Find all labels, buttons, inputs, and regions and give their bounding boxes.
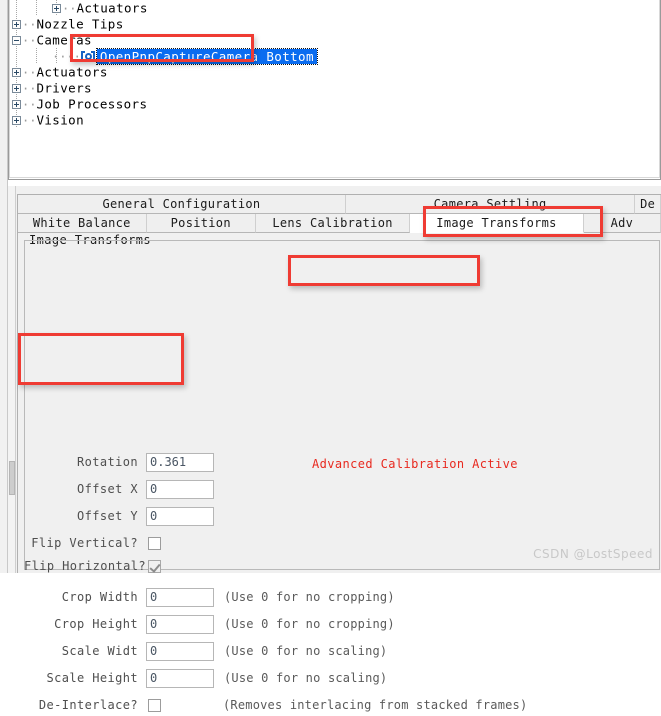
tab-image-transforms[interactable]: Image Transforms: [410, 214, 584, 233]
camera-icon: [80, 50, 95, 63]
tab-row-secondary[interactable]: White Balance Position Lens Calibration Ima…: [18, 214, 661, 233]
tree-item-label: Nozzle Tips: [36, 16, 124, 32]
tree-item-job-processors[interactable]: ··Job Processors: [12, 96, 652, 112]
tree-left-rail: [0, 0, 8, 186]
bottom-left-rail: [0, 186, 8, 573]
row-crop-height: Crop Height 0 (Use 0 for no cropping): [24, 613, 395, 635]
tree-guide-line: [16, 48, 17, 64]
tree-guide-line: [56, 48, 57, 64]
vertical-scrollbar-thumb[interactable]: [9, 461, 15, 495]
hint-de-interlace: (Removes interlacing from stacked frames…: [223, 698, 528, 712]
tree-item-label-selected: OpenPnpCaptureCamera Bottom: [95, 48, 318, 65]
tab-white-balance[interactable]: White Balance: [18, 214, 147, 233]
hint-scale-width: (Use 0 for no scaling): [224, 644, 388, 658]
hint-crop-width: (Use 0 for no cropping): [224, 590, 395, 604]
tree-connector: ··: [22, 33, 37, 48]
tree-item-label: Drivers: [36, 80, 92, 96]
tree-item-actuators[interactable]: ··Actuators: [12, 0, 652, 16]
tab-label: Position: [170, 216, 231, 230]
tree-item-label: Job Processors: [36, 96, 148, 112]
expand-icon[interactable]: [12, 100, 21, 109]
input-crop-width[interactable]: 0: [146, 587, 214, 607]
label-offset-x: Offset X: [77, 482, 138, 496]
input-crop-height[interactable]: 0: [146, 614, 214, 634]
tab-general-configuration[interactable]: General Configuration: [18, 195, 346, 214]
tab-row-primary[interactable]: General Configuration Camera Settling De: [18, 195, 661, 214]
input-scale-height[interactable]: 0: [146, 668, 214, 688]
device-tree[interactable]: ··Actuators ··Nozzle Tips ··Cameras ···· Ope…: [12, 0, 652, 128]
label-de-interlace: De-Interlace?: [38, 698, 138, 712]
tree-connector: ··: [62, 1, 77, 16]
label-offset-y: Offset Y: [77, 509, 138, 523]
input-offset-x[interactable]: 0: [146, 479, 214, 499]
tab-position[interactable]: Position: [146, 214, 256, 233]
row-scale-width: Scale Widt 0 (Use 0 for no scaling): [24, 640, 387, 662]
status-advanced-calibration-active: Advanced Calibration Active: [312, 457, 518, 471]
tree-item-label: Vision: [36, 112, 85, 128]
tab-label: Camera Settling: [433, 197, 547, 211]
tree-connector: ··: [22, 97, 37, 112]
tab-adv[interactable]: Adv: [583, 214, 661, 233]
label-flip-horizontal: Flip Horizontal?: [24, 559, 146, 573]
tree-connector: ··: [22, 65, 37, 80]
tree-item-vision[interactable]: ··Vision: [12, 112, 652, 128]
tree-guide-line: [36, 48, 37, 64]
expand-icon[interactable]: [12, 116, 21, 125]
row-crop-width: Crop Width 0 (Use 0 for no cropping): [24, 586, 395, 608]
input-rotation[interactable]: 0.361: [146, 452, 214, 472]
tree-item-nozzle-tips[interactable]: ··Nozzle Tips: [12, 16, 652, 32]
hint-crop-height: (Use 0 for no cropping): [224, 617, 395, 631]
tab-lens-calibration[interactable]: Lens Calibration: [255, 214, 411, 233]
tab-label: Lens Calibration: [272, 216, 393, 230]
camera-settings-panel: General Configuration Camera Settling De W…: [0, 186, 661, 712]
hint-scale-height: (Use 0 for no scaling): [224, 671, 388, 685]
tab-label: White Balance: [32, 216, 131, 230]
vertical-scrollbar-track[interactable]: [8, 186, 16, 573]
label-scale-height: Scale Height: [46, 671, 138, 685]
row-offset-y: Offset Y 0: [24, 505, 214, 527]
tree-connector: ··: [22, 113, 37, 128]
checkbox-de-interlace[interactable]: [148, 698, 161, 712]
watermark: CSDN @LostSpeed: [533, 547, 653, 561]
tree-connector: ··: [22, 81, 37, 96]
label-rotation: Rotation: [77, 455, 138, 469]
device-tree-panel: ··Actuators ··Nozzle Tips ··Cameras ···· Ope…: [0, 0, 661, 186]
tree-item-actuators[interactable]: ··Actuators: [12, 64, 652, 80]
collapse-icon[interactable]: [12, 36, 21, 45]
row-de-interlace: De-Interlace? (Removes interlacing from …: [24, 694, 527, 716]
tab-camera-settling[interactable]: Camera Settling: [345, 195, 636, 214]
label-scale-width: Scale Widt: [61, 644, 138, 658]
tree-guide-line: [16, 0, 17, 16]
tab-label: Adv: [610, 216, 634, 230]
tree-item-drivers[interactable]: ··Drivers: [12, 80, 652, 96]
checkbox-flip-horizontal[interactable]: [148, 559, 161, 573]
row-scale-height: Scale Height 0 (Use 0 for no scaling): [24, 667, 387, 689]
row-flip-horizontal: Flip Horizontal?: [24, 555, 161, 577]
tree-item-openpnpcapturecamera-bottom[interactable]: ···· OpenPnpCaptureCamera Bottom: [12, 48, 652, 65]
input-scale-width[interactable]: 0: [146, 641, 214, 661]
tree-connector: ··: [22, 17, 37, 32]
tree-item-label: Cameras: [36, 32, 92, 48]
tree-item-label: Actuators: [76, 0, 148, 16]
row-offset-x: Offset X 0: [24, 478, 214, 500]
expand-icon[interactable]: [12, 68, 21, 77]
expand-icon[interactable]: [12, 20, 21, 29]
tree-item-label: Actuators: [36, 64, 108, 80]
tabbed-pane: General Configuration Camera Settling De W…: [17, 194, 661, 712]
tree-guide-line: [36, 0, 37, 16]
tab-label: De: [640, 197, 656, 211]
expand-icon[interactable]: [12, 84, 21, 93]
expand-icon[interactable]: [52, 4, 61, 13]
input-offset-y[interactable]: 0: [146, 506, 214, 526]
tab-label: General Configuration: [102, 197, 261, 211]
tab-de[interactable]: De: [635, 195, 661, 214]
tree-item-cameras[interactable]: ··Cameras: [12, 32, 652, 48]
label-flip-vertical: Flip Vertical?: [31, 536, 138, 550]
tab-label: Image Transforms: [436, 216, 557, 230]
checkbox-flip-vertical[interactable]: [148, 536, 161, 550]
label-crop-height: Crop Height: [54, 617, 138, 631]
row-rotation: Rotation 0.361: [24, 451, 214, 473]
row-flip-vertical: Flip Vertical?: [24, 532, 161, 554]
label-crop-width: Crop Width: [61, 590, 138, 604]
